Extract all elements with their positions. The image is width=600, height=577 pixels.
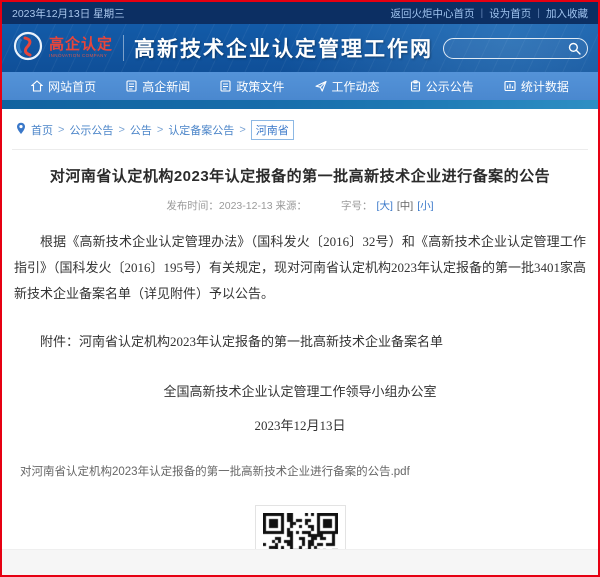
breadcrumb: 首页 > 公示公告 > 公告 > 认定备案公告 > 河南省 bbox=[14, 109, 586, 149]
nav-item-updates[interactable]: 工作动态 bbox=[315, 72, 380, 100]
logo-text: 高企认定 INNOVATION COMPANY bbox=[49, 37, 113, 59]
nav-item-label: 公示公告 bbox=[426, 78, 474, 95]
pdf-attachment-link[interactable]: 对河南省认定机构2023年认定报备的第一批高新技术企业进行备案的公告.pdf bbox=[14, 463, 586, 479]
nav-item-label: 统计数据 bbox=[521, 78, 569, 95]
signer-line: 全国高新技术企业认定管理工作领导小组办公室 bbox=[14, 379, 586, 405]
breadcrumb-home[interactable]: 首页 bbox=[31, 122, 53, 138]
home-icon bbox=[31, 80, 43, 92]
logo-mark-icon bbox=[12, 30, 44, 67]
logo-title: 高企认定 bbox=[49, 37, 113, 52]
site-title: 高新技术企业认定管理工作网 bbox=[134, 33, 433, 63]
link-torch-home[interactable]: 返回火炬中心首页 bbox=[391, 6, 475, 21]
topbar: 2023年12月13日 星期三 返回火炬中心首页 | 设为首页 | 加入收藏 bbox=[2, 2, 598, 24]
topbar-links: 返回火炬中心首页 | 设为首页 | 加入收藏 bbox=[391, 6, 588, 21]
content: 首页 > 公示公告 > 公告 > 认定备案公告 > 河南省 对河南省认定机构20… bbox=[2, 109, 598, 549]
search-input[interactable] bbox=[454, 42, 568, 54]
breadcrumb-divider bbox=[12, 149, 588, 150]
breadcrumb-announcements[interactable]: 公示公告 bbox=[69, 122, 113, 138]
article-meta: 发布时间：2023-12-13 来源： 字号： [大] [中] [小] bbox=[14, 198, 586, 213]
sign-date-line: 2023年12月13日 bbox=[14, 413, 586, 439]
main-nav: 网站首页 高企新闻 政策文件 工作动态 公示公告 bbox=[2, 72, 598, 100]
site-header: 高企认定 INNOVATION COMPANY 高新技术企业认定管理工作网 bbox=[2, 24, 598, 72]
location-pin-icon bbox=[16, 122, 26, 138]
news-doc-icon bbox=[126, 80, 137, 92]
nav-item-label: 工作动态 bbox=[332, 78, 380, 95]
nav-item-home[interactable]: 网站首页 bbox=[31, 72, 96, 100]
breadcrumb-henan[interactable]: 河南省 bbox=[251, 120, 294, 140]
article-paragraph: 根据《高新技术企业认定管理办法》（国科发火〔2016〕32号）和《高新技术企业认… bbox=[14, 229, 586, 307]
nav-item-statistics[interactable]: 统计数据 bbox=[504, 72, 569, 100]
breadcrumb-separator: > bbox=[239, 124, 245, 136]
breadcrumb-separator: > bbox=[118, 124, 124, 136]
qr-section: 扫一扫在手机打开当前页 bbox=[14, 505, 586, 549]
fontsize-label: 字号： bbox=[341, 198, 373, 213]
nav-item-policy[interactable]: 政策文件 bbox=[220, 72, 284, 100]
search-icon[interactable] bbox=[568, 42, 581, 55]
article-title: 对河南省认定机构2023年认定报备的第一批高新技术企业进行备案的公告 bbox=[14, 165, 586, 186]
breadcrumb-separator: > bbox=[157, 124, 163, 136]
breadcrumb-separator: > bbox=[58, 124, 64, 136]
policy-doc-icon bbox=[220, 80, 231, 92]
clipboard-icon bbox=[410, 80, 421, 92]
send-icon bbox=[315, 80, 327, 92]
nav-item-label: 网站首页 bbox=[48, 78, 96, 95]
link-set-homepage[interactable]: 设为首页 bbox=[489, 6, 531, 21]
fontsize-large-button[interactable]: [大] bbox=[377, 198, 393, 213]
link-add-favorite[interactable]: 加入收藏 bbox=[546, 6, 588, 21]
topbar-separator: | bbox=[537, 7, 540, 19]
qr-code bbox=[263, 513, 338, 549]
search-box bbox=[443, 38, 588, 59]
nav-item-news[interactable]: 高企新闻 bbox=[126, 72, 190, 100]
header-divider bbox=[123, 35, 124, 61]
publish-info: 发布时间：2023-12-13 来源： bbox=[166, 198, 307, 213]
breadcrumb-filing-notice[interactable]: 认定备案公告 bbox=[168, 122, 234, 138]
nav-item-announcements[interactable]: 公示公告 bbox=[410, 72, 474, 100]
header-bottom-strip bbox=[2, 100, 598, 109]
attachment-line: 附件：河南省认定机构2023年认定报备的第一批高新技术企业备案名单 bbox=[14, 329, 586, 355]
article-body: 根据《高新技术企业认定管理办法》（国科发火〔2016〕32号）和《高新技术企业认… bbox=[14, 229, 586, 439]
nav-item-label: 高企新闻 bbox=[142, 78, 190, 95]
breadcrumb-notice[interactable]: 公告 bbox=[130, 122, 152, 138]
qr-box bbox=[255, 505, 346, 549]
nav-item-label: 政策文件 bbox=[236, 78, 284, 95]
chart-icon bbox=[504, 80, 516, 92]
footer bbox=[2, 549, 598, 575]
topbar-date: 2023年12月13日 星期三 bbox=[12, 6, 125, 21]
logo-subtitle: INNOVATION COMPANY bbox=[49, 54, 113, 59]
topbar-separator: | bbox=[481, 7, 484, 19]
page: 2023年12月13日 星期三 返回火炬中心首页 | 设为首页 | 加入收藏 高… bbox=[0, 0, 600, 577]
site-logo[interactable]: 高企认定 INNOVATION COMPANY bbox=[12, 30, 113, 67]
fontsize-small-button[interactable]: [小] bbox=[417, 198, 433, 213]
fontsize-medium-button[interactable]: [中] bbox=[397, 198, 413, 213]
